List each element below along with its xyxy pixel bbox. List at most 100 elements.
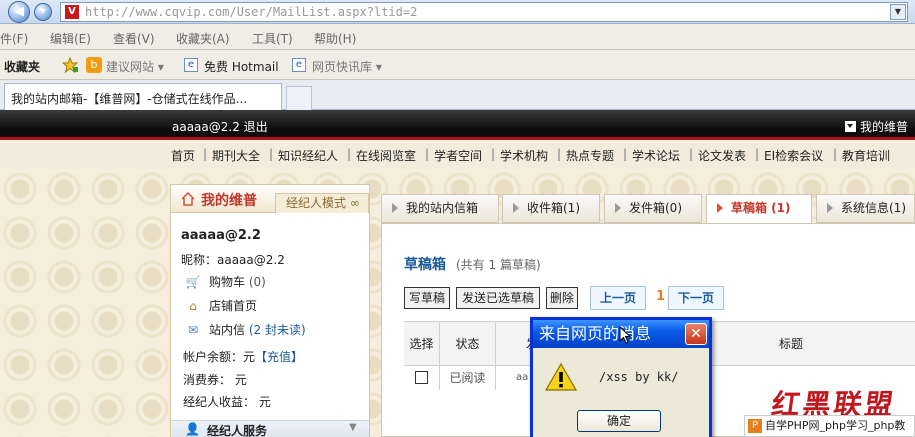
my-vip-link[interactable]: 我的维普	[844, 118, 908, 135]
tab-title: 我的站内邮箱-【维普网】-仓储式在线作品...	[11, 92, 248, 106]
nav-knowledge-broker[interactable]: 知识经纪人	[278, 147, 338, 164]
nav-separator: |	[425, 147, 430, 161]
store-label: 店铺首页	[209, 299, 258, 313]
site-top-bar: aaaaa@2.2 退出 我的维普	[0, 110, 915, 140]
nav-ei-conference[interactable]: EI检索会议	[764, 147, 823, 164]
row-checkbox[interactable]	[415, 371, 428, 384]
user-icon: 👤	[185, 422, 200, 436]
balance-value: 元	[243, 350, 256, 364]
cart-count: (0)	[248, 275, 266, 289]
php-logo-icon: P	[748, 419, 762, 433]
nav-separator: |	[269, 147, 274, 161]
dropdown-icon	[844, 121, 856, 132]
tab-drafts[interactable]: 草稿箱 (1)	[706, 194, 812, 224]
user-logout-link[interactable]: aaaaa@2.2 退出	[172, 118, 268, 135]
envelope-icon: ✉	[187, 323, 199, 337]
warning-icon	[545, 362, 577, 391]
tab-strip: 我的站内邮箱-【维普网】-仓储式在线作品...	[0, 80, 915, 110]
site-navigation: 首页 | 期刊大全 | 知识经纪人 | 在线阅览室 | 学者空间 | 学术机构 …	[0, 143, 915, 169]
menu-file[interactable]: 件(F)	[0, 30, 28, 47]
nav-hot-topics[interactable]: 热点专题	[566, 147, 614, 164]
fav-web-slice-gallery[interactable]: 网页快讯库 ▾	[312, 58, 382, 75]
forward-arrow-icon[interactable]: ▾	[34, 3, 52, 21]
income-row: 经纪人收益： 元	[183, 395, 271, 409]
nav-separator: |	[347, 147, 352, 161]
broker-service-header[interactable]: 👤 经纪人服务 ▼	[171, 420, 369, 437]
drafts-count: (共有 1 篇草稿)	[456, 258, 541, 272]
mouse-cursor-icon	[619, 326, 631, 344]
my-vip-panel: 我的维普 经纪人模式 ∞ aaaaa@2.2 昵称：aaaaa@2.2 🛒 购物车…	[170, 184, 370, 437]
nickname: 昵称：aaaaa@2.2	[181, 253, 285, 267]
add-favorite-star-icon[interactable]	[62, 57, 78, 73]
tab-outbox[interactable]: 发件箱(0)	[604, 194, 702, 223]
browser-tab-active[interactable]: 我的站内邮箱-【维普网】-仓储式在线作品...	[4, 83, 282, 110]
chevron-down-icon: ▼	[349, 422, 357, 433]
tab-inbox[interactable]: 收件箱(1)	[502, 194, 600, 223]
cart-row[interactable]: 🛒 购物车 (0)	[185, 273, 266, 290]
ie-page-icon: e	[184, 58, 198, 72]
nav-institutions[interactable]: 学术机构	[500, 147, 548, 164]
favorites-bar: 收藏夹 b 建议网站 ▾ e 免费 Hotmail e 网页快讯库 ▾	[0, 50, 915, 80]
address-bar-row: ◀ ▾ V http://www.cqvip.com/User/MailList…	[0, 0, 915, 24]
nav-journals[interactable]: 期刊大全	[212, 147, 260, 164]
col-title: 标题	[778, 337, 803, 351]
fav-suggested-sites[interactable]: 建议网站 ▾	[106, 58, 164, 75]
send-selected-button[interactable]: 发送已选草稿	[456, 287, 540, 309]
home-icon	[181, 192, 195, 206]
prev-page-button[interactable]: 上一页	[590, 286, 646, 310]
username: aaaaa@2.2	[181, 228, 261, 243]
menu-edit[interactable]: 编辑(E)	[50, 30, 91, 47]
nav-publish[interactable]: 论文发表	[698, 147, 746, 164]
menu-favorites[interactable]: 收藏夹(A)	[176, 30, 230, 47]
new-tab-button[interactable]	[286, 86, 312, 110]
watermark-php-text: 自学PHP网_php学习_php教	[765, 419, 906, 432]
nav-separator: |	[755, 147, 760, 161]
fav-hotmail[interactable]: 免费 Hotmail	[204, 58, 279, 75]
col-status: 状态	[440, 322, 496, 366]
nav-separator: |	[557, 147, 562, 161]
next-page-button[interactable]: 下一页	[668, 286, 724, 310]
back-arrow-icon[interactable]: ◀	[8, 1, 30, 23]
cart-label: 购物车	[209, 275, 246, 289]
close-icon[interactable]: ✕	[685, 323, 707, 345]
web-slice-icon: e	[292, 58, 306, 72]
dialog-title: 来自网页的消息	[539, 324, 652, 343]
write-draft-button[interactable]: 写草稿	[404, 287, 450, 309]
nav-separator: |	[689, 147, 694, 161]
delete-button[interactable]: 删除	[546, 287, 578, 309]
recharge-link[interactable]: 【充值】	[255, 350, 303, 364]
broker-mode-tab[interactable]: 经纪人模式 ∞	[275, 193, 369, 213]
tab-label: 收件箱(1)	[527, 201, 580, 215]
ok-button[interactable]: 确定	[577, 410, 661, 432]
nav-training[interactable]: 教育培训	[842, 147, 890, 164]
row-status: 已阅读	[440, 366, 496, 390]
mail-unread[interactable]: (2 封未读)	[249, 323, 306, 337]
mail-row[interactable]: ✉ 站内信 (2 封未读)	[185, 321, 306, 338]
address-field[interactable]: V http://www.cqvip.com/User/MailList.asp…	[60, 2, 908, 22]
nav-home[interactable]: 首页	[171, 147, 195, 164]
menu-bar: 件(F) 编辑(E) 查看(V) 收藏夹(A) 工具(T) 帮助(H)	[0, 24, 915, 50]
favorites-button[interactable]: 收藏夹	[4, 58, 40, 75]
col-select: 选择	[404, 322, 440, 366]
menu-tools[interactable]: 工具(T)	[252, 30, 293, 47]
my-vip-label: 我的维普	[859, 120, 908, 134]
menu-help[interactable]: 帮助(H)	[314, 30, 356, 47]
url-text[interactable]: http://www.cqvip.com/User/MailList.aspx?…	[85, 5, 417, 19]
tab-system-messages[interactable]: 系统信息(1)	[816, 194, 915, 223]
address-dropdown-icon[interactable]: ▼	[890, 4, 906, 20]
menu-view[interactable]: 查看(V)	[113, 30, 155, 47]
nav-reading-room[interactable]: 在线阅览室	[356, 147, 416, 164]
nav-separator: |	[491, 147, 496, 161]
nav-forum[interactable]: 学术论坛	[632, 147, 680, 164]
tab-arrow-icon	[392, 203, 398, 213]
nav-scholar-space[interactable]: 学者空间	[434, 147, 482, 164]
row-select-cell	[404, 366, 440, 390]
balance-label: 帐户余额：	[183, 350, 244, 364]
store-row[interactable]: ⌂ 店铺首页	[185, 297, 257, 314]
nav-separator: |	[833, 147, 838, 161]
tab-label: 发件箱(0)	[629, 201, 682, 215]
drafts-title: 草稿箱	[404, 257, 446, 273]
tab-label: 系统信息(1)	[841, 201, 906, 215]
mail-label: 站内信	[209, 323, 246, 337]
tab-my-mailbox[interactable]: 我的站内信箱	[381, 194, 499, 223]
